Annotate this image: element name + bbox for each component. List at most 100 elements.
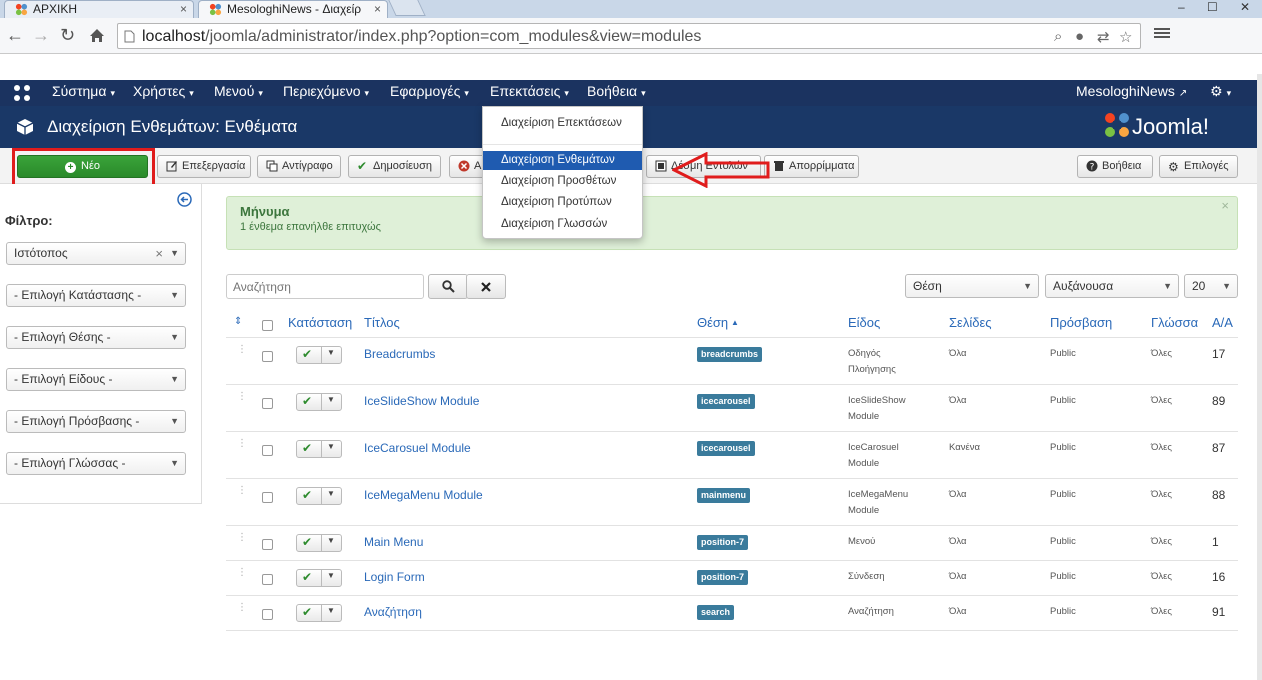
menu-item-manage-modules[interactable]: Διαχείριση Ενθεμάτων xyxy=(483,151,642,170)
header-title[interactable]: Τίτλος xyxy=(364,315,400,330)
module-title-link[interactable]: Αναζήτηση xyxy=(364,605,422,619)
select-all-checkbox[interactable] xyxy=(262,320,273,331)
order-by-select[interactable]: Θέση ▼ xyxy=(905,274,1039,298)
position-filter-select[interactable]: - Επιλογή Θέσης - ▼ xyxy=(6,326,186,349)
minimize-button[interactable]: – xyxy=(1178,0,1185,14)
module-title-link[interactable]: Login Form xyxy=(364,570,425,584)
close-message-icon[interactable]: × xyxy=(1221,198,1229,213)
row-checkbox[interactable] xyxy=(262,492,273,503)
edit-button[interactable]: Επεξεργασία xyxy=(157,155,251,178)
close-tab-icon[interactable]: × xyxy=(180,1,187,17)
back-arrow-icon[interactable]: ← xyxy=(6,25,24,46)
status-toggle[interactable]: ✔ ▼ xyxy=(296,569,342,587)
header-language[interactable]: Γλώσσα xyxy=(1151,315,1198,330)
menu-item-manage-plugins[interactable]: Διαχείριση Προσθέτων xyxy=(483,172,642,191)
module-title-link[interactable]: IceMegaMenu Module xyxy=(364,488,483,502)
chevron-down-icon[interactable]: ▼ xyxy=(327,571,335,580)
status-toggle[interactable]: ✔ ▼ xyxy=(296,393,342,411)
maximize-button[interactable]: ☐ xyxy=(1207,0,1218,14)
position-badge[interactable]: icecarousel xyxy=(697,441,755,456)
status-toggle[interactable]: ✔ ▼ xyxy=(296,440,342,458)
site-name-link[interactable]: MesologhiNews ↗ xyxy=(1076,80,1187,106)
position-badge[interactable]: position-7 xyxy=(697,535,748,550)
header-id[interactable]: Α/Α xyxy=(1212,315,1233,330)
type-filter-select[interactable]: - Επιλογή Είδους - ▼ xyxy=(6,368,186,391)
trash-button[interactable]: Απορρίμματα xyxy=(764,155,859,178)
module-title-link[interactable]: IceSlideShow Module xyxy=(364,394,479,408)
drag-handle-icon[interactable]: ⋮ xyxy=(237,533,247,543)
nav-system[interactable]: Σύστημα ▾ xyxy=(52,80,115,106)
nav-content[interactable]: Περιεχόμενο ▾ xyxy=(283,80,369,106)
user-settings-menu[interactable]: ⚙ ▾ xyxy=(1210,80,1231,106)
drag-handle-icon[interactable]: ⋮ xyxy=(237,486,247,496)
menu-item-manage-templates[interactable]: Διαχείριση Προτύπων xyxy=(483,193,642,212)
chrome-menu-icon[interactable] xyxy=(1154,26,1170,40)
chevron-down-icon[interactable]: ▼ xyxy=(327,489,335,498)
site-client-select[interactable]: Ιστότοπος × ▼ xyxy=(6,242,186,265)
row-checkbox[interactable] xyxy=(262,398,273,409)
row-checkbox[interactable] xyxy=(262,574,273,585)
position-badge[interactable]: icecarousel xyxy=(697,394,755,409)
header-status[interactable]: Κατάσταση xyxy=(288,315,352,330)
lightbulb-icon[interactable]: ● xyxy=(1075,28,1084,45)
status-toggle[interactable]: ✔ ▼ xyxy=(296,604,342,622)
status-filter-select[interactable]: - Επιλογή Κατάστασης - ▼ xyxy=(6,284,186,307)
url-text[interactable]: localhost/joomla/administrator/index.php… xyxy=(142,28,701,46)
nav-menus[interactable]: Μενού ▾ xyxy=(214,80,263,106)
drag-handle-icon[interactable]: ⋮ xyxy=(237,439,247,449)
menu-item-manage-extensions[interactable]: Διαχείριση Επεκτάσεων xyxy=(483,114,642,133)
position-badge[interactable]: breadcrumbs xyxy=(697,347,763,362)
publish-button[interactable]: ✔ Δημοσίευση xyxy=(348,155,441,178)
home-icon[interactable] xyxy=(89,28,105,43)
header-pages[interactable]: Σελίδες xyxy=(949,315,992,330)
copy-button[interactable]: Αντίγραφο xyxy=(257,155,341,178)
status-toggle[interactable]: ✔ ▼ xyxy=(296,346,342,364)
collapse-sidebar-icon[interactable] xyxy=(177,192,192,207)
chevron-down-icon[interactable]: ▼ xyxy=(327,348,335,357)
row-checkbox[interactable] xyxy=(262,445,273,456)
page-scrollbar[interactable] xyxy=(1257,74,1262,680)
module-title-link[interactable]: Breadcrumbs xyxy=(364,347,435,361)
status-toggle[interactable]: ✔ ▼ xyxy=(296,487,342,505)
joomla-menu-icon[interactable] xyxy=(13,84,31,102)
status-toggle[interactable]: ✔ ▼ xyxy=(296,534,342,552)
header-position[interactable]: Θέση xyxy=(697,315,728,330)
position-badge[interactable]: search xyxy=(697,605,735,620)
new-tab-button[interactable] xyxy=(388,0,426,16)
clear-search-button[interactable] xyxy=(466,274,506,299)
chevron-down-icon[interactable]: ▼ xyxy=(327,395,335,404)
browser-tab-active[interactable]: MesologhiNews - Διαχείρ × xyxy=(198,0,388,18)
menu-item-manage-languages[interactable]: Διαχείριση Γλωσσών xyxy=(483,215,642,234)
close-tab-icon[interactable]: × xyxy=(374,1,381,17)
clear-icon[interactable]: × xyxy=(155,243,163,264)
module-title-link[interactable]: IceCarosuel Module xyxy=(364,441,471,455)
options-button[interactable]: ⚙ Επιλογές xyxy=(1159,155,1238,178)
module-title-link[interactable]: Main Menu xyxy=(364,535,423,549)
forward-arrow-icon[interactable]: → xyxy=(32,25,50,46)
nav-users[interactable]: Χρήστες ▾ xyxy=(133,80,194,106)
row-checkbox[interactable] xyxy=(262,539,273,550)
language-filter-select[interactable]: - Επιλογή Γλώσσας - ▼ xyxy=(6,452,186,475)
nav-help[interactable]: Βοήθεια ▾ xyxy=(587,80,646,106)
position-badge[interactable]: position-7 xyxy=(697,570,748,585)
nav-extensions[interactable]: Επεκτάσεις ▾ xyxy=(490,80,569,106)
sort-ordering-icon[interactable]: ⇕ xyxy=(234,316,242,327)
header-access[interactable]: Πρόσβαση xyxy=(1050,315,1112,330)
drag-handle-icon[interactable]: ⋮ xyxy=(237,392,247,402)
header-type[interactable]: Είδος xyxy=(848,315,880,330)
drag-handle-icon[interactable]: ⋮ xyxy=(237,603,247,613)
close-window-button[interactable]: ✕ xyxy=(1240,0,1250,14)
browser-tab-home[interactable]: ΑΡΧΙΚΗ × xyxy=(4,0,194,18)
zoom-search-icon[interactable]: ⌕ xyxy=(1054,28,1062,45)
drag-handle-icon[interactable]: ⋮ xyxy=(237,568,247,578)
address-bar[interactable]: localhost/joomla/administrator/index.php… xyxy=(117,23,1141,49)
search-input[interactable] xyxy=(226,274,424,299)
chevron-down-icon[interactable]: ▼ xyxy=(327,606,335,615)
chevron-down-icon[interactable]: ▼ xyxy=(327,442,335,451)
direction-select[interactable]: Αυξάνουσα ▼ xyxy=(1045,274,1179,298)
limit-select[interactable]: 20 ▼ xyxy=(1184,274,1238,298)
drag-handle-icon[interactable]: ⋮ xyxy=(237,345,247,355)
translate-icon[interactable]: ⇄ xyxy=(1097,28,1110,46)
reload-icon[interactable]: ↻ xyxy=(60,25,75,46)
search-button[interactable] xyxy=(428,274,468,299)
